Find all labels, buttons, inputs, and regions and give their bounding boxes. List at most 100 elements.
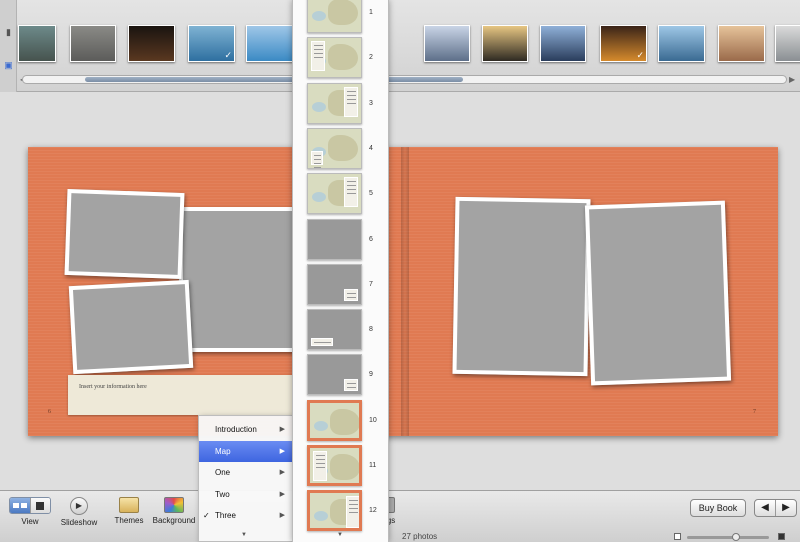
layout-thumbnail[interactable] [307, 490, 362, 532]
photo-thumbnail[interactable] [658, 25, 705, 62]
photo-thumbnail[interactable] [246, 25, 293, 62]
background-button[interactable]: Background [152, 497, 196, 525]
text-line [314, 346, 331, 348]
layout-panel: ▼ 1 2 3 4 5 6 7 8 9 10 11 12 [292, 0, 389, 542]
menu-item-label: Three [215, 511, 236, 520]
menu-item[interactable]: ✓ Three ▶ [199, 505, 292, 526]
map-sea-shape [314, 420, 328, 431]
scroll-right-icon[interactable]: ▶ [789, 75, 795, 84]
photo-thumbnail[interactable] [482, 25, 528, 62]
map-land-shape [328, 44, 358, 71]
layout-number: 7 [369, 280, 373, 288]
text-box-label[interactable]: Insert your information here [79, 384, 147, 390]
text-line [347, 98, 356, 100]
text-line [314, 166, 321, 168]
next-page-icon[interactable]: ▶ [775, 500, 796, 516]
menu-scroll-down-icon[interactable]: ▼ [241, 532, 247, 538]
layout-thumbnail[interactable] [307, 82, 362, 124]
layout-number: 5 [369, 190, 373, 198]
text-line [347, 90, 356, 92]
layout-thumbnail[interactable] [307, 354, 362, 396]
layout-thumbnail[interactable] [307, 37, 362, 79]
layout-thumbnail[interactable] [307, 309, 362, 351]
photo-strip-scrollbar[interactable] [22, 75, 787, 84]
photo-thumbnail[interactable] [18, 25, 56, 62]
text-line [347, 300, 356, 302]
zoom-knob[interactable] [732, 533, 740, 541]
layout-thumbnail[interactable] [307, 0, 362, 33]
layout-text-block [311, 338, 333, 348]
layout-number: 3 [369, 99, 373, 107]
layout-scroll-down-icon[interactable]: ▼ [337, 532, 343, 538]
themes-button[interactable]: Themes [114, 497, 144, 525]
slideshow-button[interactable]: ▶ Slideshow [60, 497, 98, 527]
menu-item[interactable]: One ▶ [199, 462, 292, 483]
menu-item[interactable]: Map ▶ [199, 440, 292, 462]
layout-category-menu: ▼ Introduction ▶ Map ▶ One ▶ Two ▶ ✓ Three ▶ [198, 415, 293, 542]
menu-item-label: Map [215, 446, 231, 456]
layout-thumbnail[interactable] [307, 399, 362, 441]
zoom-slider[interactable] [672, 533, 792, 541]
text-box[interactable]: Insert your information here [68, 375, 318, 415]
scrollbar-thumb[interactable] [85, 77, 463, 82]
zoom-out-icon[interactable] [674, 533, 681, 540]
buy-book-button[interactable]: Buy Book [690, 499, 746, 517]
text-line [347, 189, 356, 191]
layout-text-block [313, 451, 327, 481]
photo-placeholder[interactable] [584, 200, 732, 386]
zoom-in-icon[interactable] [778, 533, 785, 540]
spread-view-icon[interactable] [10, 498, 30, 513]
text-line [314, 45, 323, 47]
submenu-arrow-icon: ▶ [279, 490, 285, 498]
pages-icon[interactable]: ▣ [3, 60, 14, 71]
photo-thumbnail[interactable]: ✓ [600, 25, 647, 62]
text-line [314, 53, 323, 55]
layout-thumbnail[interactable] [307, 127, 362, 169]
photo-placeholder[interactable] [452, 196, 591, 377]
background-label: Background [152, 516, 196, 525]
photo-thumbnail[interactable] [540, 25, 586, 62]
layout-number: 10 [369, 416, 377, 424]
menu-item-label: Introduction [215, 425, 257, 434]
text-line [349, 508, 358, 510]
themes-icon [119, 497, 139, 513]
map-land-shape [330, 454, 359, 480]
layout-thumbnail[interactable] [307, 218, 362, 260]
photo-thumbnail[interactable] [70, 25, 116, 62]
book-spread: Insert your information here 6 7 [28, 147, 778, 436]
page-view-icon[interactable] [29, 498, 50, 513]
photo-thumbnail[interactable] [424, 25, 470, 62]
iphoto-book-editor: ▮ ▣ ✓ ✓ ◀ ▶ Insert your information here … [0, 0, 800, 542]
layout-thumbnail[interactable] [307, 263, 362, 305]
layout-number: 9 [369, 371, 373, 379]
layout-thumbnail[interactable] [307, 445, 362, 486]
strip-sidebar: ▮ ▣ [0, 0, 17, 92]
photo-placeholder[interactable] [64, 188, 185, 280]
previous-page-icon[interactable]: ◀ [755, 500, 775, 516]
menu-item[interactable]: Two ▶ [199, 484, 292, 505]
layout-text-block [344, 288, 358, 302]
photo-thumbnail[interactable]: ✓ [188, 25, 235, 62]
menu-item-label: Two [215, 489, 230, 499]
submenu-arrow-icon: ▶ [279, 469, 285, 476]
photo-placeholder[interactable] [68, 279, 194, 375]
book-workspace: Insert your information here 6 7 [0, 92, 800, 490]
layout-number: 1 [369, 9, 373, 16]
layout-text-block [311, 150, 323, 168]
view-button[interactable]: View [9, 497, 51, 526]
text-line [347, 181, 356, 183]
layout-thumbnail[interactable] [307, 173, 362, 215]
photo-thumbnail[interactable] [775, 25, 800, 62]
zoom-track[interactable] [687, 536, 769, 539]
photo-placeholder[interactable] [179, 207, 297, 352]
checkmark-icon: ✓ [636, 50, 644, 60]
menu-item[interactable]: Introduction ▶ [199, 419, 292, 440]
text-line [314, 158, 321, 160]
checkmark-icon: ✓ [203, 511, 210, 520]
text-line [316, 459, 325, 460]
map-sea-shape [312, 192, 326, 203]
document-icon[interactable]: ▮ [3, 27, 14, 38]
photo-thumbnail[interactable] [718, 25, 765, 62]
text-line [316, 467, 325, 468]
photo-thumbnail[interactable] [128, 25, 175, 62]
